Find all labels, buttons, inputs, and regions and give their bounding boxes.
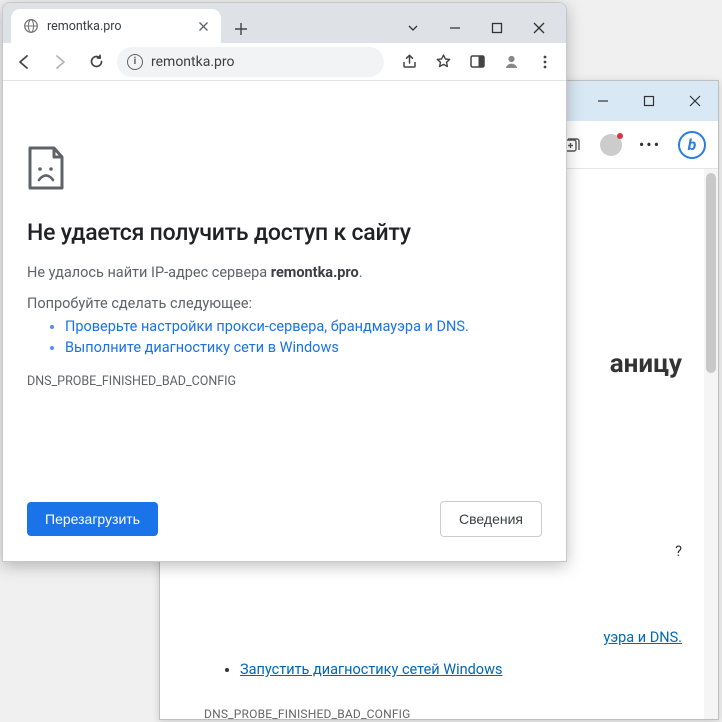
edge-heading-fragment: аницу	[610, 349, 682, 379]
globe-icon	[23, 18, 39, 34]
tab-close-icon[interactable]	[195, 18, 211, 34]
back-button[interactable]	[9, 47, 39, 77]
list-item: Проверьте настройки прокси-сервера, бран…	[65, 318, 542, 335]
minimize-button[interactable]	[580, 81, 626, 121]
error-heading: Не удается получить доступ к сайту	[27, 219, 542, 246]
error-code: DNS_PROBE_FINISHED_BAD_CONFIG	[27, 374, 542, 389]
try-label: Попробуйте сделать следующее:	[27, 295, 542, 312]
profile-avatar-icon[interactable]	[600, 134, 622, 156]
forward-button[interactable]	[45, 47, 75, 77]
chevron-down-icon[interactable]	[392, 13, 434, 43]
chrome-toolbar: i remontka.pro	[3, 43, 566, 81]
close-button[interactable]	[672, 81, 718, 121]
details-button[interactable]: Сведения	[440, 501, 542, 537]
reload-button[interactable]	[81, 47, 111, 77]
site-info-icon[interactable]: i	[127, 54, 143, 70]
share-icon[interactable]	[394, 47, 424, 77]
edge-link-fragment[interactable]: уэра и DNS.	[603, 629, 682, 646]
chrome-browser-window: remontka.pro i remontka.pro	[2, 2, 567, 562]
profile-icon[interactable]	[496, 47, 526, 77]
bing-chat-icon[interactable]: b	[678, 131, 706, 159]
edge-scrollbar[interactable]	[704, 169, 718, 719]
list-item: Выполните диагностику сети в Windows	[65, 339, 542, 356]
chrome-tabstrip: remontka.pro	[3, 3, 566, 43]
menu-icon[interactable]	[530, 47, 560, 77]
action-row: Перезагрузить Сведения	[27, 501, 542, 537]
tab-title: remontka.pro	[47, 19, 122, 34]
suggestion-list: Проверьте настройки прокси-сервера, бран…	[27, 318, 542, 356]
edge-text-fragment: ?	[675, 543, 682, 560]
edge-error-code: DNS_PROBE_FINISHED_BAD_CONFIG	[204, 707, 411, 719]
reload-button[interactable]: Перезагрузить	[27, 502, 158, 536]
address-bar[interactable]: i remontka.pro	[117, 47, 384, 77]
bookmark-star-icon[interactable]	[428, 47, 458, 77]
edge-suggestion-list: Запустить диагностику сетей Windows	[240, 661, 502, 678]
more-icon[interactable]: •••	[640, 135, 660, 155]
close-button[interactable]	[518, 13, 560, 43]
chrome-tab[interactable]: remontka.pro	[11, 9, 221, 43]
edge-diagnostics-link[interactable]: Запустить диагностику сетей Windows	[240, 661, 502, 678]
maximize-button[interactable]	[476, 13, 518, 43]
chrome-window-controls	[392, 13, 566, 43]
maximize-button[interactable]	[626, 81, 672, 121]
proxy-dns-link[interactable]: Проверьте настройки прокси-сервера, бран…	[65, 318, 465, 335]
new-tab-button[interactable]	[227, 15, 255, 43]
edge-scrollbar-thumb[interactable]	[706, 173, 716, 373]
diagnostics-link[interactable]: Выполните диагностику сети в Windows	[65, 339, 339, 356]
sad-page-icon	[27, 145, 67, 191]
minimize-button[interactable]	[434, 13, 476, 43]
error-message: Не удалось найти IP-адрес сервера remont…	[27, 264, 542, 281]
side-panel-icon[interactable]	[462, 47, 492, 77]
url-text: remontka.pro	[151, 54, 234, 70]
chrome-error-page: Не удается получить доступ к сайту Не уд…	[3, 81, 566, 561]
